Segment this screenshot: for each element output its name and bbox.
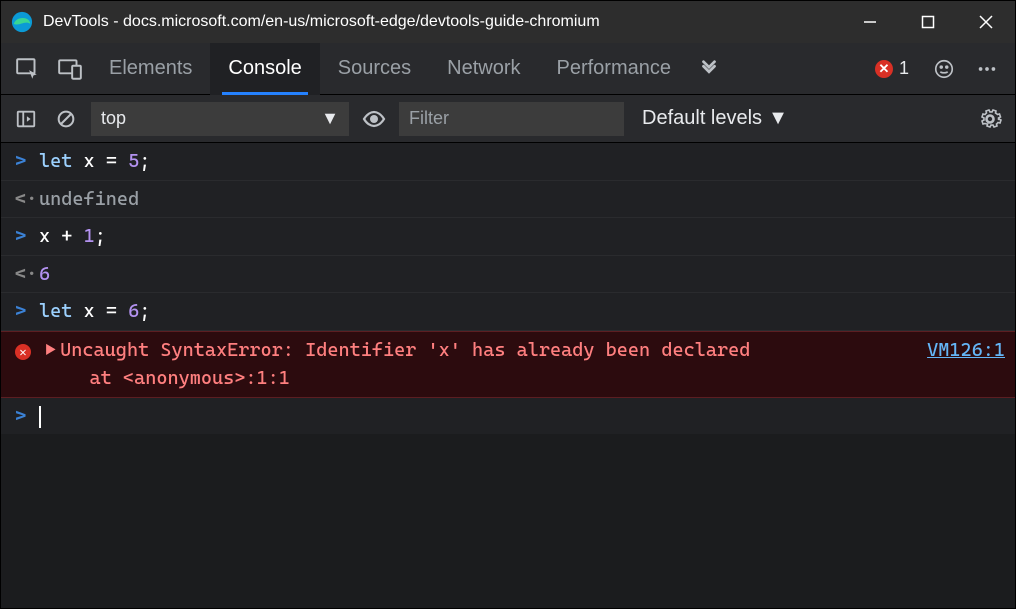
code-content: let x = 6; [39, 297, 1005, 326]
input-arrow-icon: > [15, 297, 39, 326]
sidebar-toggle-icon[interactable] [11, 104, 41, 134]
code-content: 6 [39, 260, 1005, 289]
tab-network[interactable]: Network [429, 43, 538, 95]
window-title: DevTools - docs.microsoft.com/en-us/micr… [43, 13, 600, 31]
code-content: let x = 5; [39, 147, 1005, 176]
output-arrow-icon: <· [15, 260, 39, 289]
console-input-row[interactable]: >let x = 5; [1, 143, 1015, 181]
error-icon: ✕ [875, 60, 893, 78]
expand-triangle-icon[interactable]: ▶ [45, 336, 56, 365]
console-settings-icon[interactable] [975, 104, 1005, 134]
input-arrow-icon: > [15, 147, 39, 176]
tab-performance[interactable]: Performance [539, 43, 690, 95]
maximize-button[interactable] [899, 1, 957, 43]
context-value: top [101, 108, 126, 129]
input-arrow-icon: > [15, 222, 39, 251]
code-content: undefined [39, 185, 1005, 214]
code-content: x + 1; [39, 222, 1005, 251]
filter-placeholder: Filter [409, 108, 449, 129]
error-message: ▶Uncaught SyntaxError: Identifier 'x' ha… [39, 336, 927, 393]
error-count: 1 [899, 58, 909, 79]
console-input[interactable] [39, 402, 1005, 431]
devtools-tabstrip: ElementsConsoleSourcesNetworkPerformance… [1, 43, 1015, 95]
chevron-down-icon: ▼ [321, 108, 339, 129]
device-toggle-icon[interactable] [49, 56, 91, 82]
minimize-button[interactable] [841, 1, 899, 43]
filter-input[interactable]: Filter [399, 102, 624, 136]
console-output-row[interactable]: <·undefined [1, 181, 1015, 219]
error-source-link[interactable]: VM126:1 [927, 336, 1005, 365]
tab-elements[interactable]: Elements [91, 43, 210, 95]
prompt-icon: > [15, 402, 39, 431]
window-controls [841, 1, 1015, 43]
console-prompt-row[interactable]: > [1, 398, 1015, 435]
chevron-down-icon: ▼ [768, 107, 788, 130]
console-input-row[interactable]: >let x = 6; [1, 293, 1015, 331]
error-badge-icon: ✕ [15, 336, 39, 365]
close-button[interactable] [957, 1, 1015, 43]
window-titlebar: DevTools - docs.microsoft.com/en-us/micr… [1, 1, 1015, 43]
output-arrow-icon: <· [15, 185, 39, 214]
inspect-element-icon[interactable] [7, 56, 49, 82]
app-icon [11, 11, 33, 33]
clear-console-icon[interactable] [51, 104, 81, 134]
console-output: >let x = 5;<·undefined>x + 1;<·6>let x =… [1, 143, 1015, 331]
more-tabs-icon[interactable] [689, 58, 729, 80]
console-input-row[interactable]: >x + 1; [1, 218, 1015, 256]
log-levels-selector[interactable]: Default levels ▼ [642, 107, 788, 130]
console-error-row[interactable]: ✕ ▶Uncaught SyntaxError: Identifier 'x' … [1, 331, 1015, 398]
kebab-menu-icon[interactable] [965, 58, 1009, 80]
feedback-icon[interactable] [923, 58, 965, 80]
error-count-badge[interactable]: ✕ 1 [875, 58, 909, 79]
execution-context-selector[interactable]: top ▼ [91, 102, 349, 136]
console-toolbar: top ▼ Filter Default levels ▼ [1, 95, 1015, 143]
levels-label: Default levels [642, 107, 762, 130]
tab-console[interactable]: Console [210, 43, 319, 95]
console-output-row[interactable]: <·6 [1, 256, 1015, 294]
live-expression-icon[interactable] [359, 104, 389, 134]
tab-sources[interactable]: Sources [320, 43, 429, 95]
